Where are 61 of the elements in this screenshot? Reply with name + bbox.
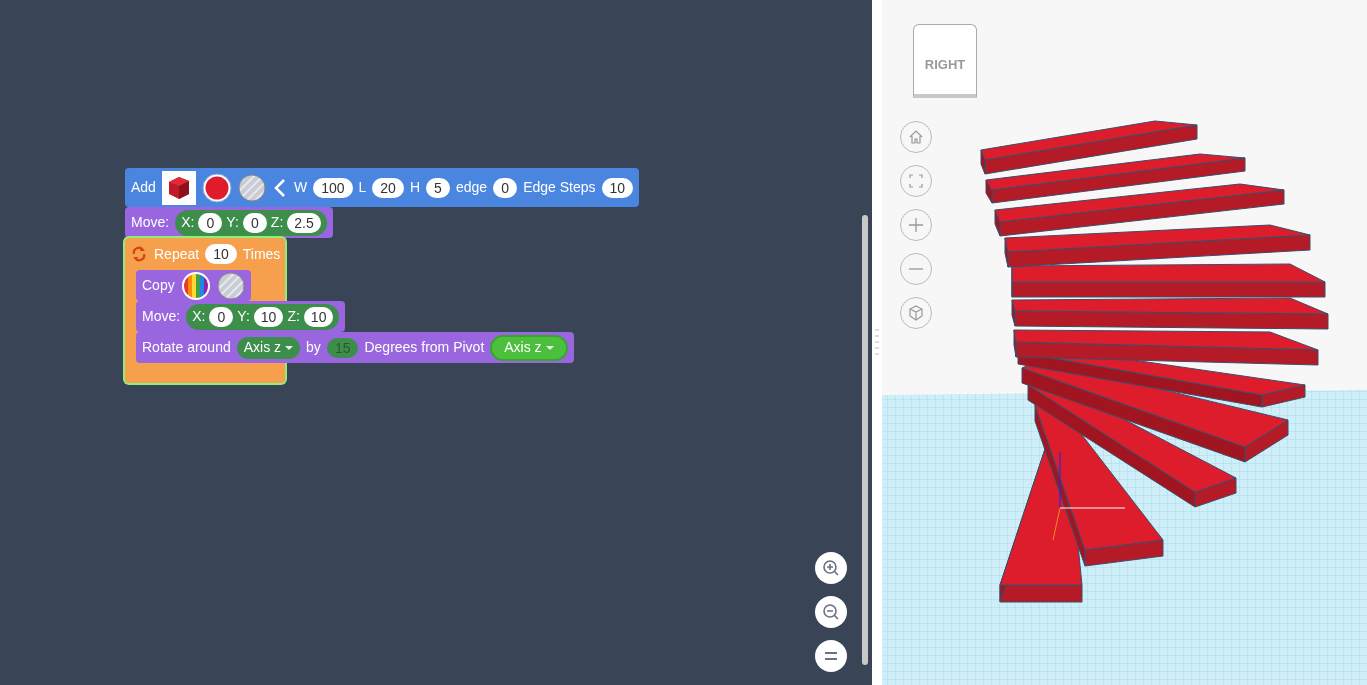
minus-icon bbox=[909, 268, 923, 270]
view-cube-label: RIGHT bbox=[924, 55, 966, 74]
add-block[interactable]: Add W 100 L 20 H 5 edge 0 Edge Steps 10 bbox=[125, 168, 640, 207]
number-field[interactable]: 10 bbox=[601, 177, 634, 198]
axis-label: X: bbox=[192, 307, 206, 326]
number-field[interactable]: 10 bbox=[205, 244, 237, 264]
number-field[interactable]: 5 bbox=[426, 177, 450, 198]
number-field[interactable]: 100 bbox=[313, 177, 353, 198]
home-button[interactable] bbox=[900, 121, 932, 153]
number-field[interactable]: 20 bbox=[372, 177, 404, 198]
axis-dropdown[interactable]: Axis z bbox=[236, 336, 301, 359]
zoom-in-icon bbox=[822, 559, 840, 577]
axis-label: Z: bbox=[287, 307, 300, 326]
zoom-in-button[interactable] bbox=[815, 552, 847, 584]
block-label: edge bbox=[456, 178, 488, 197]
number-field[interactable]: 0 bbox=[198, 212, 223, 233]
number-field[interactable]: 2.5 bbox=[287, 212, 321, 233]
block-label: Copy bbox=[142, 276, 175, 295]
block-label: Add bbox=[131, 178, 156, 197]
command-block[interactable]: Move: X: 0 Y: 0 Z: 2.5 bbox=[125, 207, 333, 238]
number-field[interactable]: 0 bbox=[493, 177, 518, 198]
color-swatch bbox=[201, 172, 232, 203]
fit-icon bbox=[906, 171, 926, 191]
scrollbar[interactable] bbox=[862, 215, 868, 665]
fit-view-button[interactable] bbox=[900, 165, 932, 197]
drag-handle-icon bbox=[875, 327, 879, 358]
number-field[interactable]: 10 bbox=[253, 306, 284, 327]
axis-label: Y: bbox=[237, 307, 250, 326]
perspective-cube-icon bbox=[906, 303, 926, 323]
material-swatch bbox=[237, 173, 266, 202]
axis-label: Z: bbox=[270, 213, 284, 232]
block-label: W bbox=[293, 178, 308, 197]
block-label: Degrees from Pivot bbox=[364, 338, 485, 357]
block-label: L bbox=[358, 178, 367, 197]
command-block[interactable]: Copy bbox=[136, 270, 251, 301]
perspective-button[interactable] bbox=[900, 297, 932, 329]
block-label: Edge Steps bbox=[523, 178, 596, 197]
block-label: Repeat bbox=[154, 244, 200, 264]
number-field[interactable]: 0 bbox=[242, 212, 267, 233]
zoom-out-icon bbox=[822, 603, 840, 621]
reset-zoom-button[interactable] bbox=[815, 640, 847, 672]
command-block[interactable]: Move: X: 0 Y: 10 Z: 10 bbox=[136, 301, 346, 332]
caret-icon bbox=[285, 345, 294, 350]
block-label: by bbox=[306, 338, 321, 357]
shape-picker[interactable] bbox=[161, 170, 196, 205]
loop-icon bbox=[130, 245, 148, 263]
caret-icon bbox=[545, 345, 554, 350]
material-swatch bbox=[216, 271, 245, 300]
axis-label: X: bbox=[181, 213, 195, 232]
block-label: Times bbox=[242, 244, 281, 264]
block-label: Rotate around bbox=[142, 338, 231, 357]
block-label: Move: bbox=[142, 307, 181, 326]
equals-icon bbox=[824, 651, 838, 661]
plus-icon bbox=[906, 215, 926, 235]
block-label: Move: bbox=[131, 213, 170, 232]
rainbow-swatch bbox=[180, 270, 211, 301]
block-label: H bbox=[409, 178, 420, 197]
axis-label: Y: bbox=[226, 213, 239, 232]
number-field[interactable]: 10 bbox=[303, 306, 334, 327]
number-field[interactable]: 0 bbox=[209, 306, 234, 327]
zoom-out-button[interactable] bbox=[815, 596, 847, 628]
